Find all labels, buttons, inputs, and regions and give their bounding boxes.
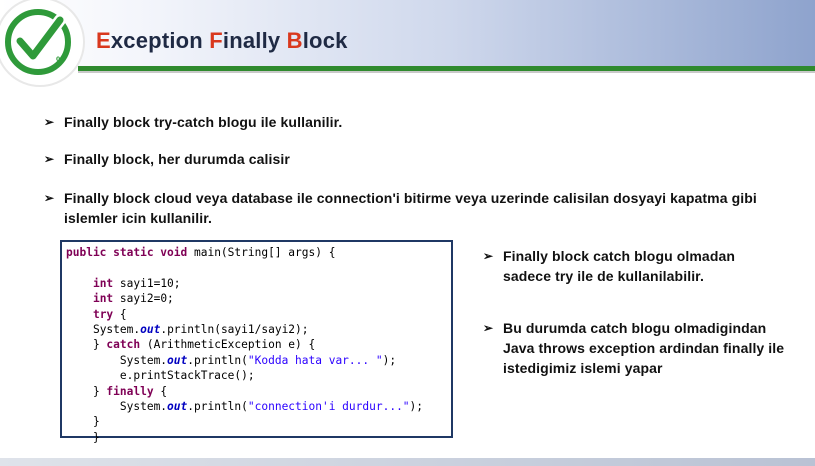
checkmark-logo-icon: 01 [0, 0, 85, 87]
code-line: try { [92, 307, 127, 321]
bullet-text: Finally block cloud veya database ile co… [64, 190, 757, 226]
arrow-bullet-icon: ➢ [483, 321, 494, 335]
code-line: } finally { [66, 384, 168, 398]
bullet-item-1: ➢ Finally block try-catch blogu ile kull… [44, 112, 784, 132]
arrow-bullet-icon: ➢ [44, 115, 55, 129]
bullet-text: Finally block try-catch blogu ile kullan… [64, 114, 343, 130]
title-cap-e: E [96, 28, 111, 53]
bullet-text: Finally block, her durumda calisir [64, 151, 290, 167]
title-word-2: inally [222, 28, 287, 53]
title-word-3: lock [302, 28, 348, 53]
code-snippet: public static void main(String[] args) {… [60, 240, 453, 444]
logo-text: 01 [56, 56, 64, 63]
side-bullet-2: ➢ Bu durumda catch blogu olmadigindan Ja… [483, 318, 793, 378]
code-line: } [92, 430, 100, 444]
side-bullet-text: Bu durumda catch blogu olmadigindan Java… [503, 320, 785, 376]
code-line: System.out.println("connection'i durdur.… [119, 399, 424, 413]
bullet-item-3: ➢ Finally block cloud veya database ile … [44, 188, 779, 228]
header-rule-shadow [78, 71, 815, 73]
arrow-bullet-icon: ➢ [44, 152, 55, 166]
bullet-item-2: ➢ Finally block, her durumda calisir [44, 149, 784, 169]
code-line: System.out.println("Kodda hata var... ")… [119, 353, 397, 367]
side-bullet-text: Finally block catch blogu olmadan sadece… [503, 248, 736, 284]
code-line: public static void main(String[] args) { [66, 246, 336, 259]
side-bullet-1: ➢ Finally block catch blogu olmadan sade… [483, 246, 783, 286]
code-line: } catch (ArithmeticException e) { [66, 338, 316, 352]
code-line: } [92, 415, 100, 429]
arrow-bullet-icon: ➢ [483, 249, 494, 263]
slide-footer-bar [0, 458, 815, 466]
code-line: e.printStackTrace(); [119, 369, 255, 383]
code-line: System.out.println(sayi1/sayi2); [92, 322, 309, 336]
title-cap-f: F [209, 28, 223, 53]
page-title: Exception Finally Block [96, 28, 348, 54]
title-word-1: xception [110, 28, 210, 53]
arrow-bullet-icon: ➢ [44, 191, 55, 205]
code-line: int sayi2=0; [92, 292, 174, 306]
title-cap-b: B [286, 28, 303, 53]
code-line: int sayi1=10; [92, 276, 181, 290]
